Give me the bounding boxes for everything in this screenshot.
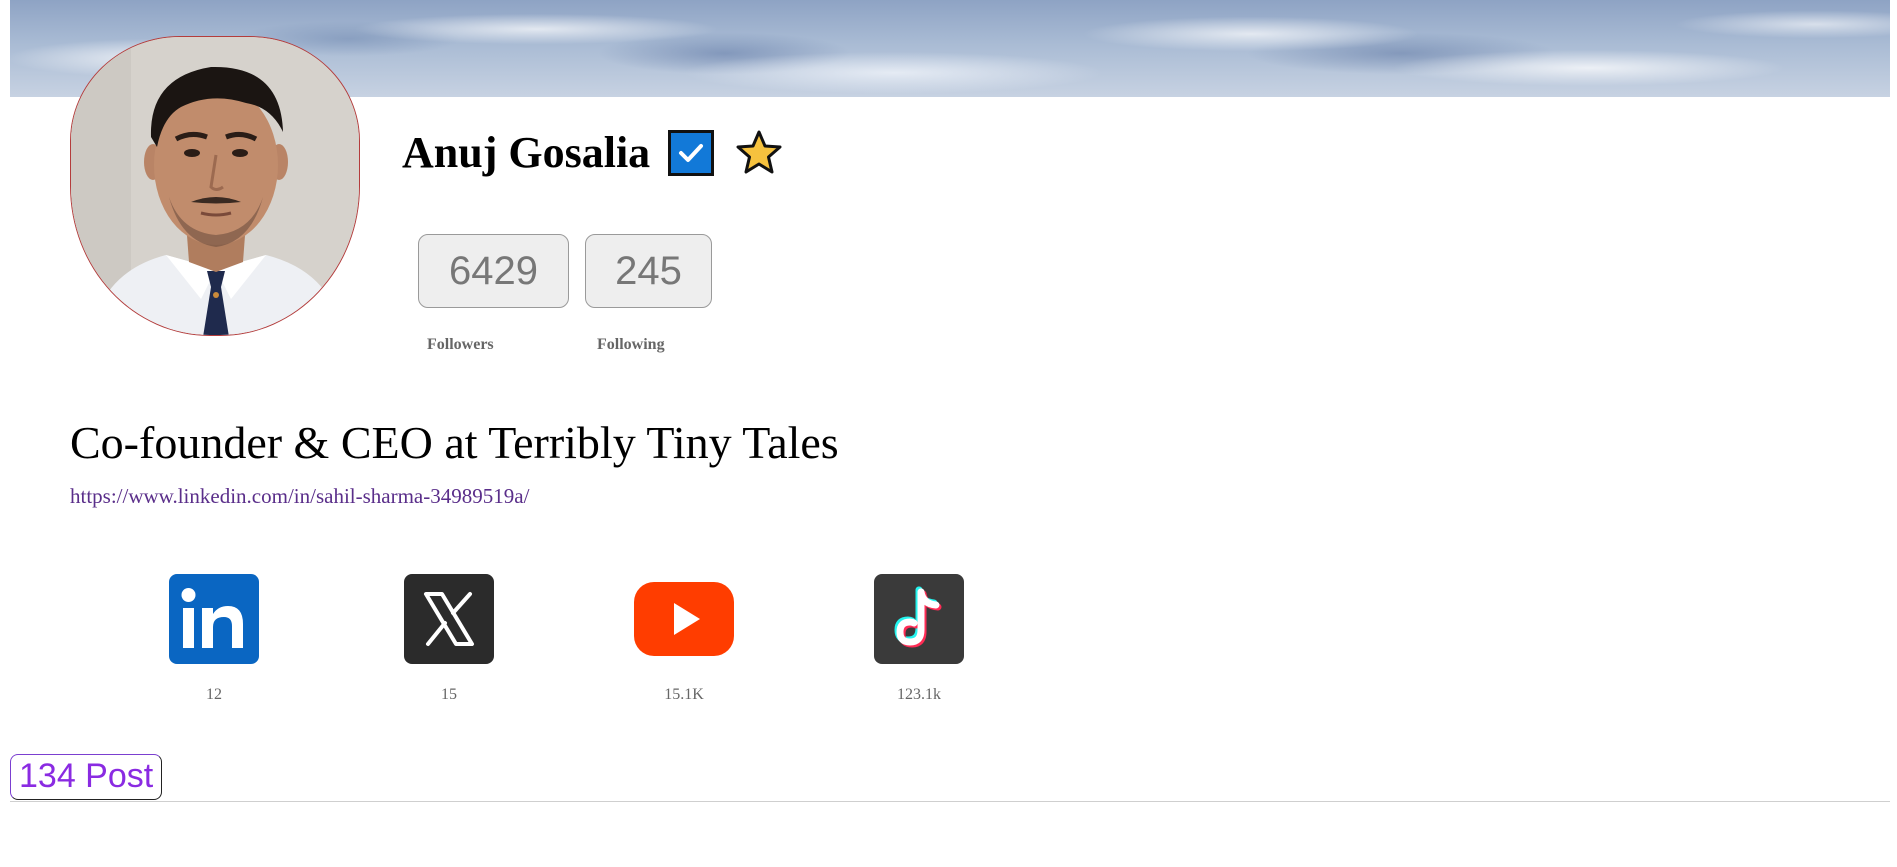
linkedin-icon[interactable] (169, 574, 259, 664)
followers-label: Followers (427, 336, 494, 353)
following-count-button[interactable]: 245 (585, 234, 712, 308)
youtube-count: 15.1K (664, 686, 704, 703)
profile-page: Anuj Gosalia 6429 245 Followers Followin… (0, 0, 1897, 867)
star-icon (734, 128, 784, 178)
profile-name: Anuj Gosalia (402, 128, 651, 177)
tiktok-icon[interactable] (874, 574, 964, 664)
linkedin-count: 12 (206, 686, 222, 703)
youtube-icon[interactable] (634, 574, 734, 664)
name-row: Anuj Gosalia (402, 122, 784, 184)
avatar[interactable] (70, 36, 360, 336)
social-tiktok[interactable]: 123.1k (864, 574, 974, 714)
followers-count-button[interactable]: 6429 (418, 234, 569, 308)
following-label: Following (597, 336, 665, 353)
social-linkedin[interactable]: 12 (159, 574, 269, 714)
tab-divider (10, 801, 1890, 802)
verified-check-icon (668, 130, 715, 176)
x-icon[interactable] (404, 574, 494, 664)
profile-headline: Co-founder & CEO at Terribly Tiny Tales (70, 417, 839, 468)
profile-link[interactable]: https://www.linkedin.com/in/sahil-sharma… (70, 484, 529, 509)
social-youtube[interactable]: 15.1K (629, 574, 739, 714)
social-x[interactable]: 15 (394, 574, 504, 714)
tab-posts[interactable]: 134 Post (10, 754, 163, 800)
x-count: 15 (441, 686, 457, 703)
tiktok-count: 123.1k (897, 686, 941, 703)
avatar-photo (71, 37, 359, 335)
